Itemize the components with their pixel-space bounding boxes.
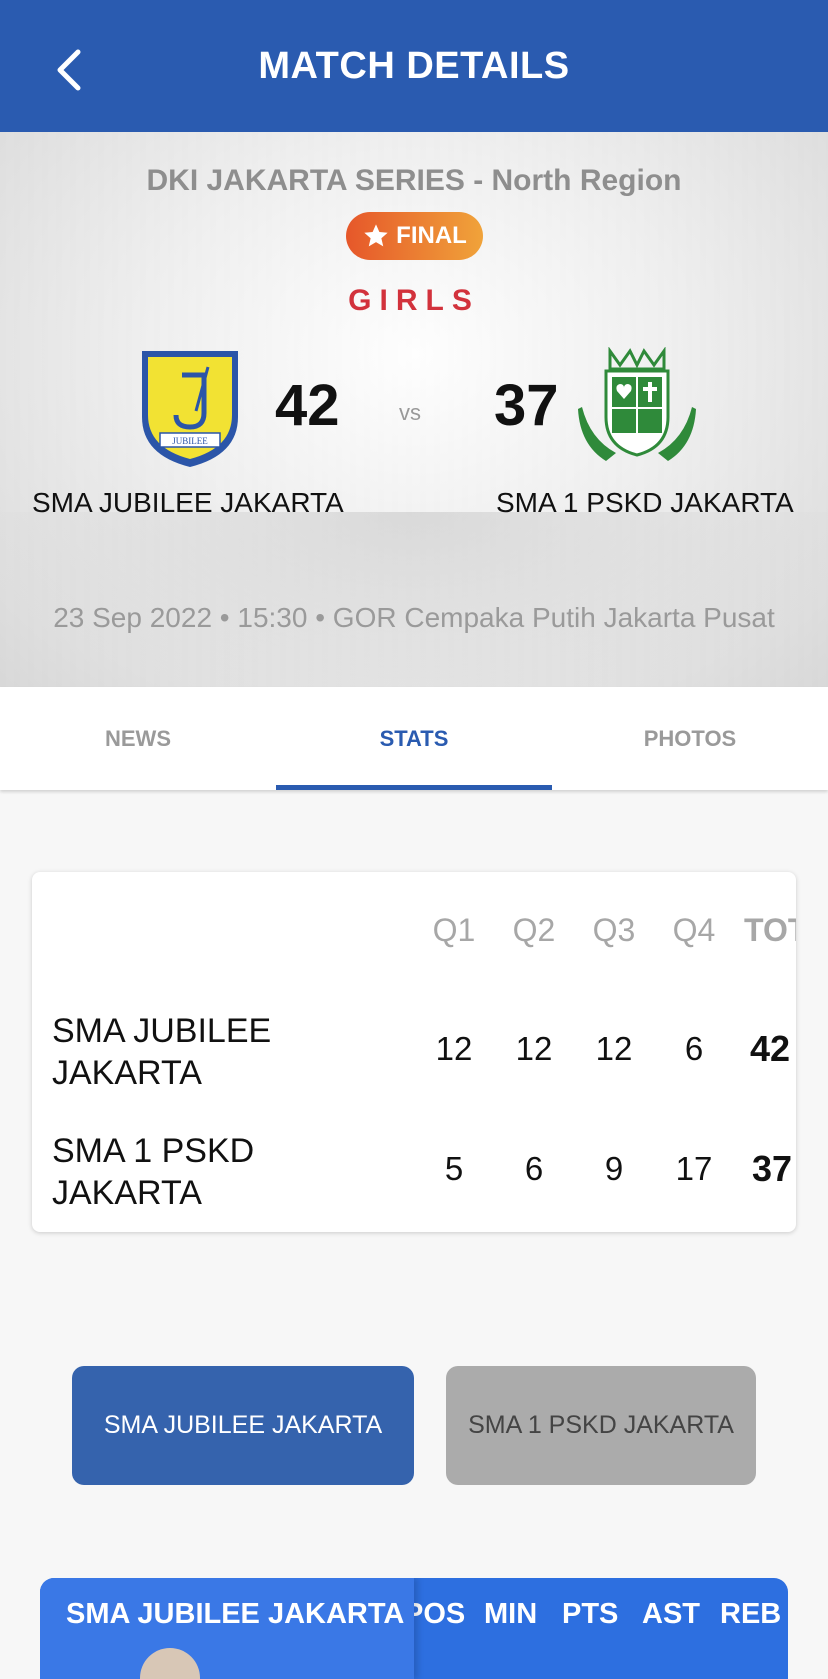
cell-q3: 12 [595, 1030, 633, 1067]
cell-total: 42 [750, 1028, 791, 1069]
quarter-score-table: Q1 Q2 Q3 Q4 TOT SMA JUBILEE JAKARTA 12 1… [32, 872, 796, 1232]
row-team-name: SMA JUBILEE JAKARTA [52, 1012, 272, 1092]
cell-q3: 9 [604, 1150, 624, 1187]
star-icon [364, 224, 388, 247]
column-header-q1: Q1 [432, 912, 476, 948]
series-title: DKI JAKARTA SERIES - North Region [146, 164, 682, 197]
stage-label: FINAL [396, 222, 467, 249]
tab-stats[interactable]: STATS [276, 687, 552, 790]
cell-q2: 12 [515, 1030, 553, 1067]
tab-photos[interactable]: PHOTOS [552, 687, 828, 790]
vs-label: vs [399, 400, 421, 425]
column-header-total: TOT [744, 912, 796, 948]
cell-q2: 6 [524, 1150, 544, 1187]
home-score: 42 [275, 373, 340, 438]
cell-q1: 12 [435, 1030, 473, 1067]
cell-q4: 17 [675, 1150, 713, 1187]
app-bar: MATCH DETAILS [0, 0, 828, 132]
back-button[interactable] [44, 40, 94, 100]
page-title: MATCH DETAILS [258, 44, 570, 87]
final-badge: FINAL [346, 212, 483, 260]
column-header-ast: AST [642, 1598, 700, 1630]
player-stats-header: POS MIN PTS AST REB SMA JUBILEE JAKARTA [40, 1578, 788, 1679]
cell-q1: 5 [444, 1150, 464, 1187]
column-header-reb: REB [720, 1598, 782, 1630]
match-hero: DKI JAKARTA SERIES - North Region FINAL … [0, 132, 828, 687]
away-team-name: SMA 1 PSKD JAKARTA [496, 487, 794, 518]
away-score: 37 [494, 373, 559, 438]
svg-text:JUBILEE: JUBILEE [172, 436, 208, 446]
column-header-q2: Q2 [512, 912, 556, 948]
tab-news[interactable]: NEWS [0, 687, 276, 790]
column-header-pts: PTS [562, 1598, 619, 1630]
row-team-name: SMA 1 PSKD JAKARTA [52, 1132, 255, 1212]
chevron-left-icon [57, 49, 81, 91]
match-info: 23 Sep 2022 • 15:30 • GOR Cempaka Putih … [53, 602, 775, 633]
column-header-min: MIN [484, 1598, 538, 1630]
away-team-logo [578, 347, 696, 461]
home-team-name: SMA JUBILEE JAKARTA [32, 487, 344, 518]
cell-total: 37 [752, 1148, 793, 1189]
home-team-toggle-button[interactable]: SMA JUBILEE JAKARTA [72, 1366, 414, 1485]
home-team-logo: JUBILEE [142, 351, 238, 467]
player-stats-team-label: SMA JUBILEE JAKARTA [40, 1578, 414, 1679]
category-label: GIRLS [348, 284, 480, 317]
cell-q4: 6 [684, 1030, 704, 1067]
column-header-q4: Q4 [672, 912, 716, 948]
tab-bar: NEWS STATS PHOTOS [0, 687, 828, 790]
column-header-q3: Q3 [592, 912, 636, 948]
away-team-toggle-button[interactable]: SMA 1 PSKD JAKARTA [446, 1366, 756, 1485]
